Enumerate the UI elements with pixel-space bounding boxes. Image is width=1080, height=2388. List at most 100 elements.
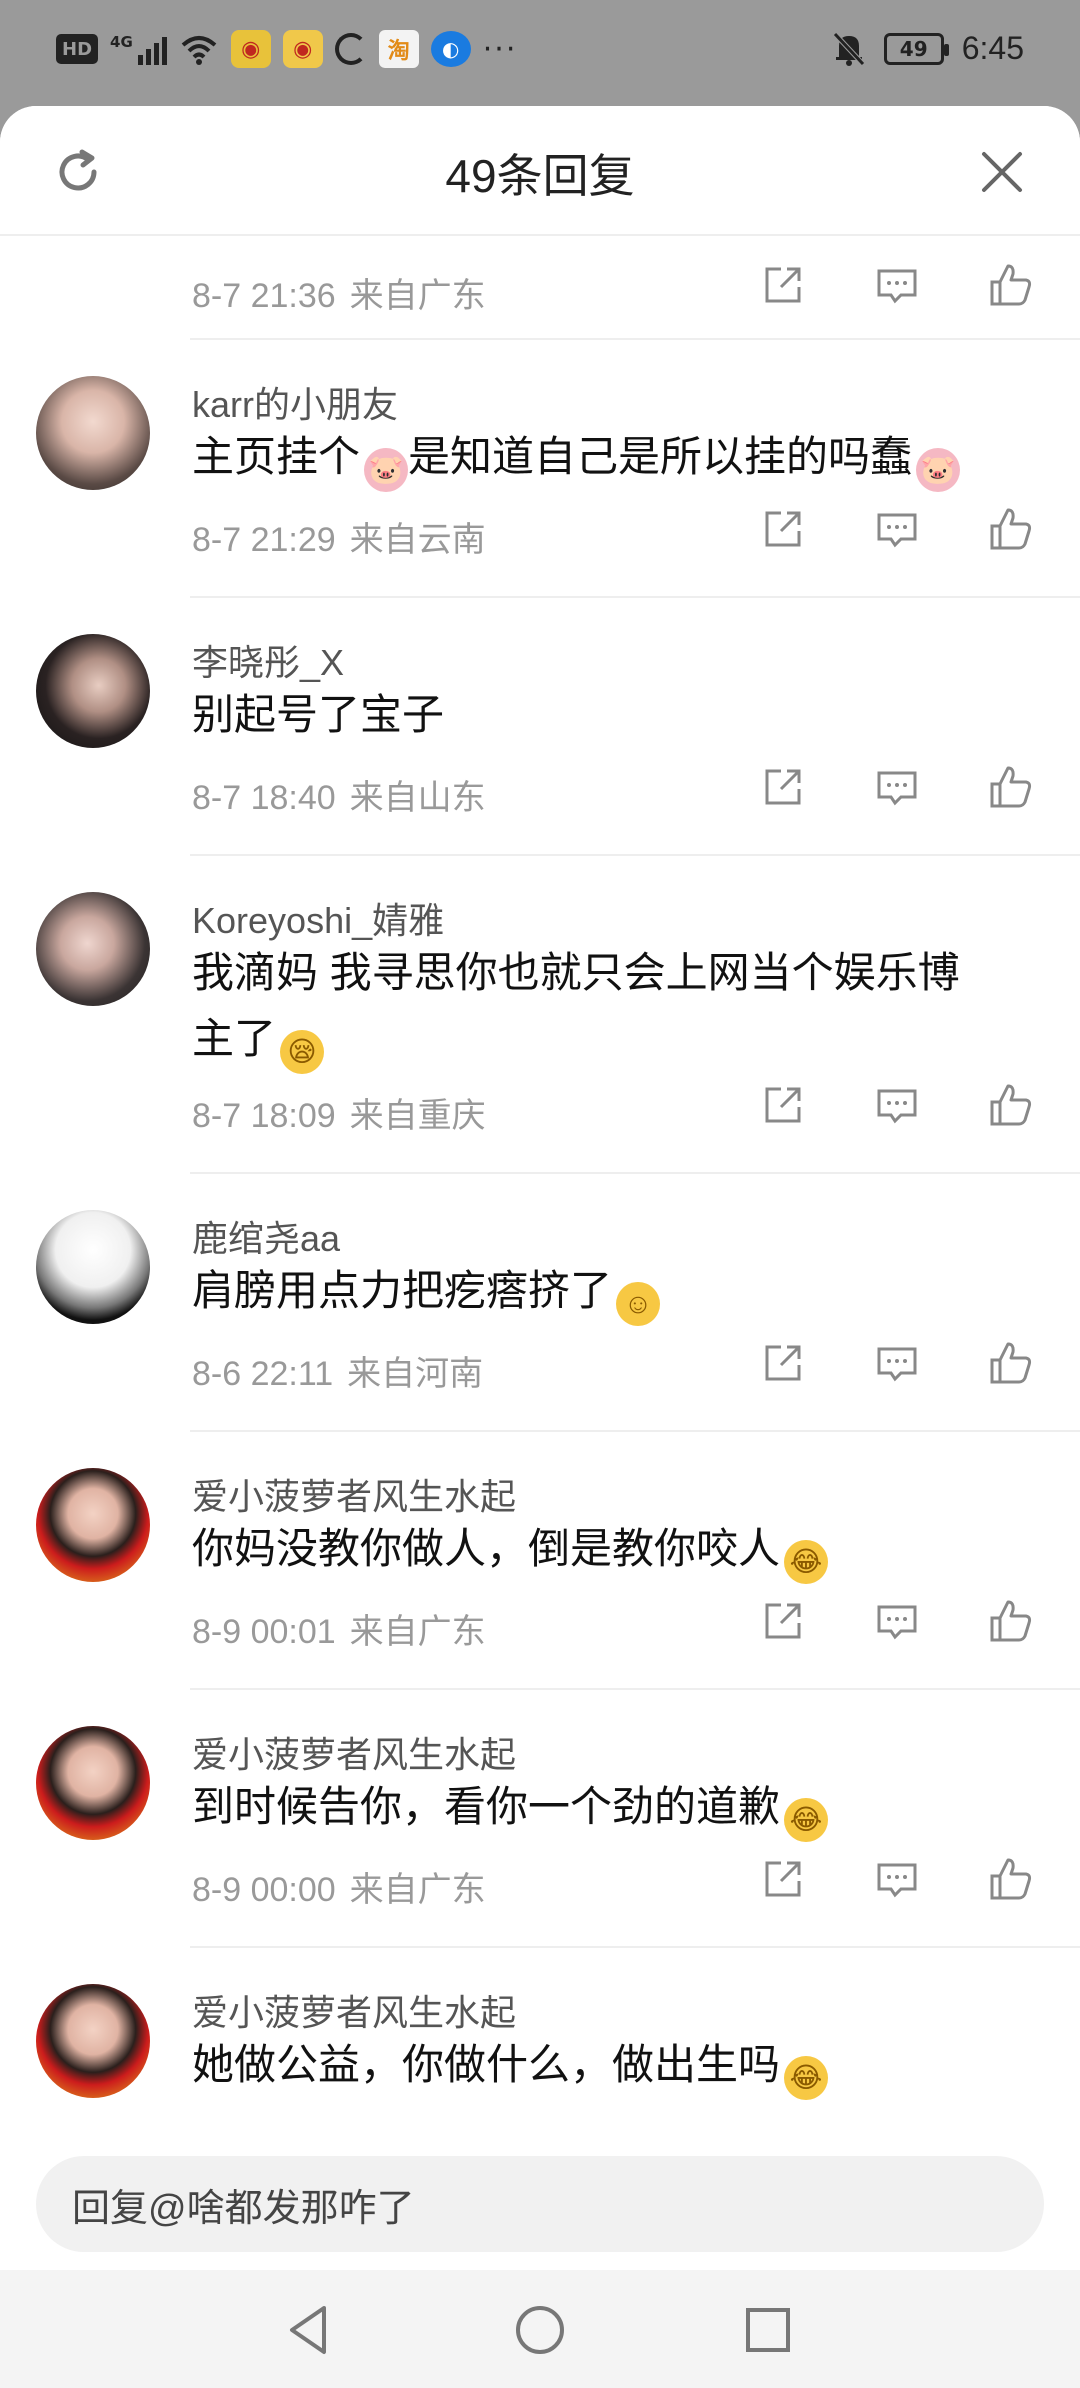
share-icon [765, 1087, 801, 1123]
comment-icon [877, 771, 917, 806]
avatar[interactable] [36, 1468, 150, 1582]
comment-username[interactable]: 爱小菠萝者风生水起 [192, 1984, 516, 2036]
comment-text-line2: 主了 😪 [192, 1006, 1042, 1074]
comment-actions [758, 1080, 1036, 1130]
comment-content[interactable]: 肩膀用点力把疙瘩挤了 ☺ [192, 1258, 1042, 1326]
comment-location: 来自河南 [347, 1355, 484, 1393]
comment-content[interactable]: 主页挂个 🐷 是知道自己是所以挂的吗蠢 🐷 [192, 424, 1042, 492]
reply-button[interactable] [872, 504, 922, 554]
reply-button[interactable] [872, 762, 922, 812]
comment-location: 来自山东 [349, 779, 486, 817]
share-button[interactable] [758, 260, 808, 310]
share-button[interactable] [758, 1854, 808, 1904]
divider [190, 1688, 1080, 1690]
avatar[interactable] [36, 1984, 150, 2098]
comment-username[interactable]: 爱小菠萝者风生水起 [192, 1468, 516, 1520]
thumbs-up-icon [990, 766, 1032, 808]
share-icon [765, 267, 801, 303]
avatar[interactable] [36, 1726, 150, 1840]
comment-username[interactable]: Koreyoshi_婧雅 [192, 892, 444, 944]
sheet-header: 49条回复 [0, 106, 1080, 236]
share-icon [765, 1861, 801, 1897]
avatar[interactable] [36, 634, 150, 748]
comment-content[interactable]: 别起号了宝子 [192, 682, 1042, 748]
sheet-title: 49条回复 [445, 150, 635, 202]
home-button[interactable] [508, 2298, 572, 2362]
close-button[interactable] [972, 142, 1032, 202]
thumbs-up-icon [990, 264, 1032, 306]
pig-emoji-icon: 🐷 [916, 448, 961, 492]
like-button[interactable] [986, 504, 1036, 554]
like-button[interactable] [986, 260, 1036, 310]
comment-location: 来自广东 [349, 277, 486, 315]
comment-content[interactable]: 到时候告你，看你一个劲的道歉 😂 [192, 1774, 1042, 1842]
divider [190, 854, 1080, 856]
comment-meta: 8-6 22:11 来自河南 [192, 1346, 483, 1395]
like-button[interactable] [986, 1596, 1036, 1646]
wifi-icon [181, 36, 217, 65]
recents-button[interactable] [736, 2298, 800, 2362]
comment-location: 来自广东 [349, 1871, 486, 1909]
comment-location: 来自云南 [349, 521, 486, 559]
avatar[interactable] [36, 1210, 150, 1324]
share-button[interactable] [758, 762, 808, 812]
comment-username[interactable]: 爱小菠萝者风生水起 [192, 1726, 516, 1778]
status-bar-left: HD 4G ◉ ◉ 淘 ◐ ··· [56, 30, 517, 68]
back-button[interactable] [276, 2298, 340, 2362]
comment-text: 你妈没教你做人，倒是教你咬人 [192, 1525, 781, 1572]
reply-button[interactable] [872, 1854, 922, 1904]
home-circle-icon [516, 2306, 564, 2354]
comment-location: 来自重庆 [349, 1097, 486, 1135]
like-button[interactable] [986, 1854, 1036, 1904]
comment-icon [877, 513, 917, 548]
comment-content[interactable]: 我滴妈 我寻思你也就只会上网当个娱乐博 主了 😪 [192, 940, 1042, 1074]
comment-meta: 8-9 00:00 来自广东 [192, 1862, 486, 1911]
share-button[interactable] [758, 1080, 808, 1130]
comment-username[interactable]: karr的小朋友 [192, 376, 398, 428]
reply-input[interactable]: 回复@啥都发那咋了 [36, 2156, 1044, 2252]
comment-list[interactable]: 8-7 21:36 来自广东 karr的小朋友 主页挂个 🐷 是知道自己是所以挂的吗蠢… [0, 236, 1080, 2224]
comment-text: 主页挂个 [192, 433, 361, 480]
like-button[interactable] [986, 1080, 1036, 1130]
comment-username[interactable]: 李晓彤_X [192, 634, 344, 686]
share-button[interactable] [758, 504, 808, 554]
status-time: 6:45 [961, 30, 1024, 66]
avatar[interactable] [36, 892, 150, 1006]
comment-content[interactable]: 她做公益，你做什么，做出生吗 😂 [192, 2032, 1042, 2100]
comment-text: 到时候告你，看你一个劲的道歉 [192, 1783, 781, 1830]
weibo-icon: ◉ [230, 30, 271, 68]
system-nav-bar [0, 2270, 1080, 2388]
comment-meta: 8-9 00:01 来自广东 [192, 1604, 486, 1653]
comment-date: 8-7 18:40 [192, 779, 336, 817]
comment-date: 8-9 00:01 [192, 1613, 336, 1651]
like-button[interactable] [986, 762, 1036, 812]
reply-button[interactable] [872, 1338, 922, 1388]
divider [190, 596, 1080, 598]
reply-button[interactable] [872, 1080, 922, 1130]
status-bar: HD 4G ◉ ◉ 淘 ◐ ··· 49 6:45 [0, 0, 1080, 106]
divider [190, 1946, 1080, 1948]
comment-actions [758, 762, 1036, 812]
taobao-icon: 淘 [378, 30, 419, 68]
comment-icon [877, 269, 917, 304]
blue-app-icon: ◐ [430, 31, 471, 67]
comment-date: 8-7 21:36 [192, 277, 336, 315]
comment-location: 来自广东 [349, 1613, 486, 1651]
comment-username[interactable]: 鹿绾尧aa [192, 1210, 340, 1262]
avatar[interactable] [36, 376, 150, 490]
loading-icon [334, 33, 367, 65]
share-button[interactable] [758, 1338, 808, 1388]
battery-icon: 49 [883, 32, 949, 65]
comment-content[interactable]: 你妈没教你做人，倒是教你咬人 😂 [192, 1516, 1042, 1584]
laugh-cry-emoji-icon: 😂 [784, 2056, 829, 2100]
laugh-cry-emoji-icon: 😂 [784, 1540, 829, 1584]
reply-button[interactable] [872, 1596, 922, 1646]
share-button[interactable] [758, 1596, 808, 1646]
back-triangle-icon [290, 2306, 326, 2354]
reply-button[interactable] [872, 260, 922, 310]
like-button[interactable] [986, 1338, 1036, 1388]
comment-date: 8-7 18:09 [192, 1097, 336, 1135]
thumbs-up-icon [990, 1084, 1032, 1126]
thumbs-up-icon [990, 1600, 1032, 1642]
comment-text: 肩膀用点力把疙瘩挤了 [192, 1267, 613, 1314]
